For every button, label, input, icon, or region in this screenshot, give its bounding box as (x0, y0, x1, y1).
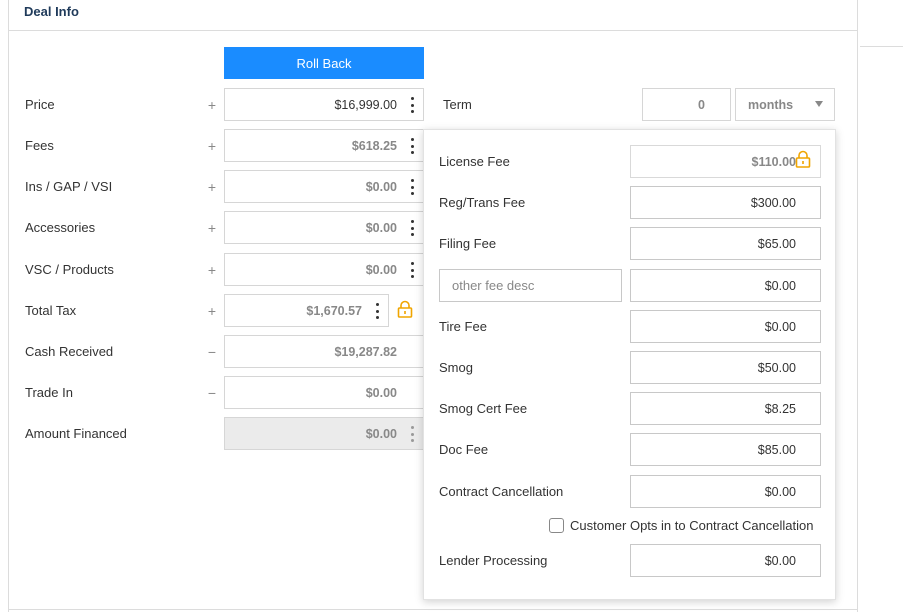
other-fee-input[interactable]: $0.00 (630, 269, 821, 302)
tire-fee-input[interactable]: $0.00 (630, 310, 821, 343)
smog-cert-fee-input[interactable]: $8.25 (630, 392, 821, 425)
contract-cancellation-label: Contract Cancellation (439, 484, 564, 499)
ins-label: Ins / GAP / VSI (25, 179, 113, 194)
lender-processing-label: Lender Processing (439, 553, 548, 568)
vsc-kebab-icon[interactable] (410, 262, 414, 278)
tax-plus-icon: + (207, 303, 217, 319)
chevron-down-icon (815, 101, 823, 107)
filing-fee-value: $65.00 (757, 236, 796, 251)
ins-kebab-icon[interactable] (410, 179, 414, 195)
other-fee-desc-input[interactable]: other fee desc (439, 269, 622, 302)
license-fee-input: $110.00 (630, 145, 821, 178)
ins-value: $0.00 (365, 179, 397, 194)
accessories-value: $0.00 (365, 220, 397, 235)
fees-input[interactable]: $618.25 (224, 129, 424, 162)
tax-lock-icon[interactable] (397, 300, 413, 318)
doc-fee-input[interactable]: $85.00 (630, 433, 821, 466)
roll-back-button[interactable]: Roll Back (224, 47, 424, 79)
price-label: Price (25, 97, 55, 112)
cash-input[interactable]: $19,287.82 (224, 335, 424, 368)
lender-processing-value: $0.00 (764, 553, 796, 568)
trade-label: Trade In (25, 385, 73, 400)
tax-input[interactable]: $1,670.57 (224, 294, 389, 327)
smog-input[interactable]: $50.00 (630, 351, 821, 384)
other-fee-desc-placeholder: other fee desc (452, 278, 535, 293)
term-unit-select[interactable]: months (735, 88, 835, 121)
price-value: $16,999.00 (334, 97, 397, 112)
contract-cancellation-value: $0.00 (764, 484, 796, 499)
financed-label: Amount Financed (25, 426, 127, 441)
license-fee-lock-icon[interactable] (795, 150, 811, 168)
reg-trans-fee-label: Reg/Trans Fee (439, 195, 526, 210)
fees-plus-icon: + (207, 138, 217, 154)
term-value: 0 (698, 97, 705, 112)
financed-value: $0.00 (365, 426, 397, 441)
opt-in-checkbox-row[interactable]: Customer Opts in to Contract Cancellatio… (549, 518, 814, 533)
financed-input: $0.00 (224, 417, 424, 450)
accessories-input[interactable]: $0.00 (224, 211, 424, 244)
price-plus-icon: + (207, 97, 217, 113)
reg-trans-fee-input[interactable]: $300.00 (630, 186, 821, 219)
vsc-plus-icon: + (207, 262, 217, 278)
smog-cert-fee-value: $8.25 (764, 401, 796, 416)
tire-fee-label: Tire Fee (439, 319, 487, 334)
trade-minus-icon: − (207, 385, 217, 401)
trade-value: $0.00 (365, 385, 397, 400)
ins-plus-icon: + (207, 179, 217, 195)
other-fee-value: $0.00 (764, 278, 796, 293)
opt-in-label: Customer Opts in to Contract Cancellatio… (570, 518, 814, 533)
cash-label: Cash Received (25, 344, 114, 359)
tax-kebab-icon[interactable] (375, 303, 379, 319)
smog-cert-fee-label: Smog Cert Fee (439, 401, 528, 416)
doc-fee-label: Doc Fee (439, 442, 489, 457)
accessories-label: Accessories (25, 220, 96, 235)
financed-kebab-icon[interactable] (410, 426, 414, 442)
vsc-value: $0.00 (365, 262, 397, 277)
term-input[interactable]: 0 (642, 88, 731, 121)
term-unit-value: months (748, 97, 794, 112)
filing-fee-label: Filing Fee (439, 236, 497, 251)
ins-input[interactable]: $0.00 (224, 170, 424, 203)
price-kebab-icon[interactable] (410, 97, 414, 113)
doc-fee-value: $85.00 (757, 442, 796, 457)
license-fee-value: $110.00 (751, 154, 797, 169)
term-label: Term (443, 97, 472, 112)
panel-title: Deal Info (24, 4, 79, 19)
cash-value: $19,287.82 (334, 344, 397, 359)
accessories-plus-icon: + (207, 220, 217, 236)
bottom-divider (8, 609, 858, 610)
cash-minus-icon: − (207, 344, 217, 360)
vsc-label: VSC / Products (25, 262, 114, 277)
filing-fee-input[interactable]: $65.00 (630, 227, 821, 260)
right-divider (860, 46, 903, 47)
license-fee-label: License Fee (439, 154, 510, 169)
fees-kebab-icon[interactable] (410, 138, 414, 154)
reg-trans-fee-value: $300.00 (750, 195, 796, 210)
vsc-input[interactable]: $0.00 (224, 253, 424, 286)
contract-cancellation-input[interactable]: $0.00 (630, 475, 821, 508)
smog-label: Smog (439, 360, 473, 375)
trade-input[interactable]: $0.00 (224, 376, 424, 409)
panel-header: Deal Info (9, 0, 857, 31)
tire-fee-value: $0.00 (764, 319, 796, 334)
tax-label: Total Tax (25, 303, 77, 318)
fees-label: Fees (25, 138, 54, 153)
tax-value: $1,670.57 (306, 303, 362, 318)
accessories-kebab-icon[interactable] (410, 220, 414, 236)
fees-value: $618.25 (351, 138, 397, 153)
price-input[interactable]: $16,999.00 (224, 88, 424, 121)
smog-value: $50.00 (757, 360, 796, 375)
checkbox-icon[interactable] (549, 518, 564, 533)
fees-popover: License Fee $110.00 Reg/Trans Fee $300.0… (423, 129, 836, 600)
lender-processing-input[interactable]: $0.00 (630, 544, 821, 577)
